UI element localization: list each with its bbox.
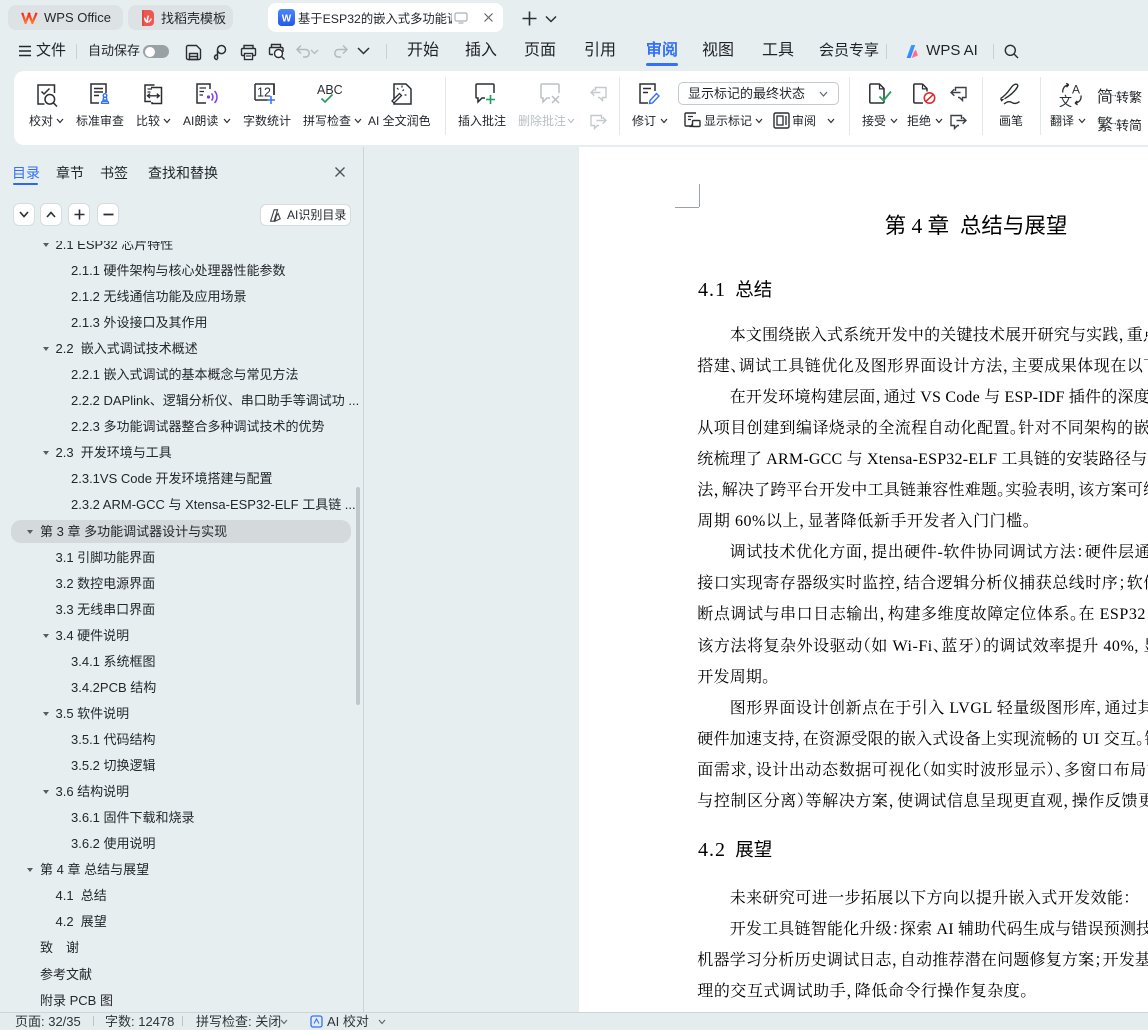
- svg-text:文: 文: [1059, 94, 1072, 107]
- svg-text:A: A: [1072, 83, 1080, 97]
- svg-text:ABC: ABC: [317, 84, 343, 97]
- svg-text:12: 12: [257, 86, 271, 100]
